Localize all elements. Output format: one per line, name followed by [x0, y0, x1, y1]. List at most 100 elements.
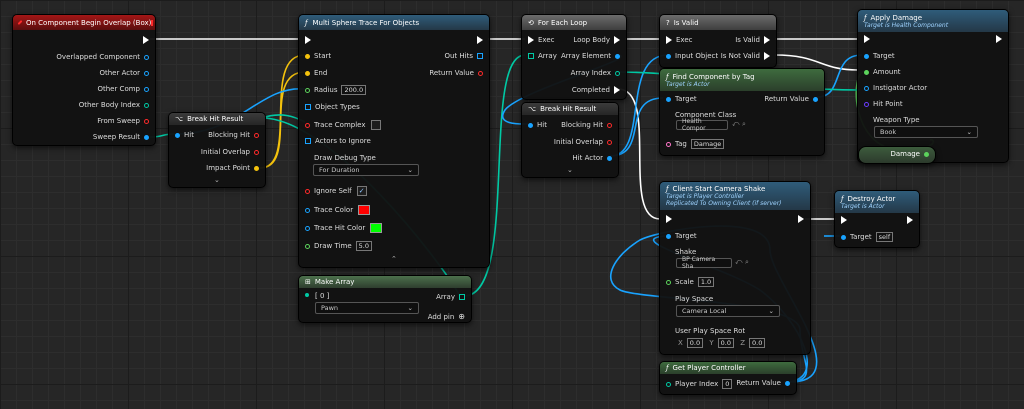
- pin-other-comp[interactable]: Other Comp: [97, 85, 153, 93]
- exec-output-pin[interactable]: [139, 36, 153, 44]
- pin-array-index[interactable]: Array Index: [571, 69, 624, 77]
- radius-input[interactable]: 200.0: [341, 85, 367, 95]
- pin-weapon-type[interactable]: Weapon Type: [860, 116, 920, 124]
- scale-input[interactable]: 1.0: [697, 277, 715, 287]
- pin-scale[interactable]: Scale 1.0: [662, 277, 715, 287]
- pin-actors-to-ignore[interactable]: Actors to Ignore: [301, 137, 371, 145]
- weapon-type-dropdown[interactable]: Book ⌄: [874, 126, 978, 138]
- pin-draw-time[interactable]: Draw Time 5.0: [301, 241, 372, 251]
- tag-input[interactable]: Damage: [690, 139, 725, 149]
- pin-input-object[interactable]: Input Object: [662, 52, 718, 60]
- is-valid-node[interactable]: ? Is Valid Exec Input Object Is Valid Is …: [659, 14, 777, 68]
- pin-impact-point[interactable]: Impact Point: [206, 164, 263, 172]
- pin-is-valid[interactable]: Is Valid: [735, 36, 774, 44]
- pin-return-value[interactable]: Return Value: [736, 379, 794, 387]
- pin-is-not-valid[interactable]: Is Not Valid: [721, 52, 774, 60]
- pin-element-0[interactable]: [301, 293, 313, 297]
- pin-ignore-self[interactable]: Ignore Self ✓: [301, 186, 367, 196]
- pin-array-element[interactable]: Array Element: [561, 52, 624, 60]
- pin-target[interactable]: Target: [860, 52, 895, 60]
- pin-target[interactable]: Target: [662, 232, 697, 240]
- pin-hit-point[interactable]: Hit Point: [860, 100, 903, 108]
- damage-variable-node[interactable]: Damage: [858, 146, 936, 164]
- exec-output-pin[interactable]: [903, 216, 917, 224]
- pin-return-value[interactable]: Return Value: [429, 69, 487, 77]
- rot-y-input[interactable]: 0.0: [717, 338, 734, 348]
- pin-out-hits[interactable]: Out Hits: [444, 52, 487, 60]
- pin-blocking-hit[interactable]: Blocking Hit: [561, 121, 616, 129]
- target-self-input[interactable]: self: [875, 232, 894, 242]
- get-player-controller-node[interactable]: ƒ Get Player Controller Player Index 0 Ret…: [659, 361, 797, 395]
- exec-input-pin[interactable]: Exec: [662, 36, 693, 44]
- apply-damage-node[interactable]: ƒ Apply Damage Target is Health Component …: [857, 9, 1009, 163]
- pin-end[interactable]: End: [301, 69, 327, 77]
- pin-sweep-result[interactable]: Sweep Result: [93, 133, 153, 141]
- pin-from-sweep[interactable]: From Sweep: [97, 117, 153, 125]
- damage-variable[interactable]: Damage: [890, 150, 933, 158]
- collapse-chevron-icon[interactable]: ⌃: [391, 255, 397, 263]
- for-each-loop-node[interactable]: ⟲ For Each Loop Exec Array Loop Body Arra…: [521, 14, 627, 100]
- reset-icon[interactable]: ⤺: [732, 120, 739, 129]
- pin-blocking-hit[interactable]: Blocking Hit: [208, 131, 263, 139]
- trace-complex-checkbox[interactable]: [370, 120, 381, 130]
- exec-output-pin[interactable]: [473, 36, 487, 44]
- pawn-dropdown[interactable]: Pawn ⌄: [315, 302, 419, 314]
- delegate-pin-icon[interactable]: [151, 19, 154, 26]
- client-start-camera-shake-node[interactable]: ƒ Client Start Camera Shake Target is Play…: [659, 181, 811, 355]
- pin-loop-body[interactable]: Loop Body: [573, 36, 624, 44]
- pin-target[interactable]: Target self: [837, 232, 894, 242]
- pin-other-actor[interactable]: Other Actor: [99, 69, 153, 77]
- ignore-self-checkbox[interactable]: ✓: [356, 186, 367, 196]
- pin-initial-overlap[interactable]: Initial Overlap: [201, 148, 263, 156]
- reset-icon[interactable]: ⤺: [735, 258, 742, 267]
- pin-array[interactable]: Array: [524, 52, 557, 60]
- pin-player-index[interactable]: Player Index 0: [662, 379, 733, 389]
- add-pin-button[interactable]: ⊕ Add pin: [428, 312, 469, 321]
- exec-output-pin[interactable]: [794, 215, 808, 223]
- pin-overlapped-component[interactable]: Overlapped Component: [56, 53, 153, 61]
- pin-hit[interactable]: Hit: [524, 121, 547, 129]
- search-icon[interactable]: ⌕: [742, 120, 746, 129]
- rot-z-input[interactable]: 0.0: [749, 338, 766, 348]
- exec-input-pin[interactable]: [837, 216, 851, 224]
- exec-input-pin[interactable]: Exec: [524, 36, 555, 44]
- pin-play-space[interactable]: Play Space: [662, 295, 713, 303]
- search-icon[interactable]: ⌕: [745, 258, 749, 267]
- component-class-dropdown[interactable]: Health Compor: [676, 118, 728, 132]
- pin-hit-actor[interactable]: Hit Actor: [572, 154, 616, 162]
- pin-draw-debug-type[interactable]: Draw Debug Type: [301, 154, 376, 162]
- make-array-node[interactable]: ⊞ Make Array [ 0 ] Pawn ⌄ Array ⊕ Add pin: [298, 275, 472, 323]
- pin-other-body-index[interactable]: Other Body Index: [79, 101, 153, 109]
- pin-tag[interactable]: Tag Damage: [662, 139, 725, 149]
- break-hit-result-node-2[interactable]: ⌥ Break Hit Result Hit Blocking Hit Initi…: [521, 102, 619, 178]
- pin-amount[interactable]: Amount: [860, 68, 901, 76]
- pin-trace-complex[interactable]: Trace Complex: [301, 120, 381, 130]
- pin-instigator-actor[interactable]: Instigator Actor: [860, 84, 927, 92]
- draw-time-input[interactable]: 5.0: [355, 241, 372, 251]
- pin-radius[interactable]: Radius 200.0: [301, 85, 367, 95]
- pin-hit[interactable]: Hit: [171, 131, 194, 139]
- pin-object-types[interactable]: Object Types: [301, 103, 360, 111]
- draw-debug-dropdown[interactable]: For Duration ⌄: [313, 164, 419, 176]
- exec-input-pin[interactable]: [662, 215, 676, 223]
- pin-completed[interactable]: Completed: [572, 86, 624, 94]
- trace-color-swatch[interactable]: [358, 205, 371, 215]
- multi-sphere-trace-node[interactable]: ƒ Multi Sphere Trace For Objects Start En…: [298, 14, 490, 268]
- shake-class-dropdown[interactable]: BP Camera Sha: [676, 256, 732, 270]
- pin-trace-hit-color[interactable]: Trace Hit Color: [301, 223, 383, 233]
- pin-target[interactable]: Target: [662, 95, 697, 103]
- break-hit-result-node[interactable]: ⌥ Break Hit Result Hit Blocking Hit Initi…: [168, 112, 266, 188]
- rot-x-input[interactable]: 0.0: [686, 338, 704, 348]
- pin-shake[interactable]: Shake: [662, 248, 696, 256]
- pin-initial-overlap[interactable]: Initial Overlap: [554, 138, 616, 146]
- destroy-actor-node[interactable]: ƒ Destroy Actor Target is Actor Target self: [834, 190, 920, 248]
- pin-user-play-space-rot[interactable]: User Play Space Rot: [662, 327, 745, 335]
- pin-array-out[interactable]: Array: [436, 293, 469, 301]
- exec-input-pin[interactable]: [301, 36, 315, 44]
- player-index-input[interactable]: 0: [722, 379, 733, 389]
- pin-trace-color[interactable]: Trace Color: [301, 205, 371, 215]
- pin-start[interactable]: Start: [301, 52, 331, 60]
- trace-hit-color-swatch[interactable]: [370, 223, 383, 233]
- find-component-by-tag-node[interactable]: ƒ Find Component by Tag Target is Actor Ta…: [659, 68, 825, 156]
- event-node-begin-overlap[interactable]: On Component Begin Overlap (Box) Overlap…: [12, 14, 156, 146]
